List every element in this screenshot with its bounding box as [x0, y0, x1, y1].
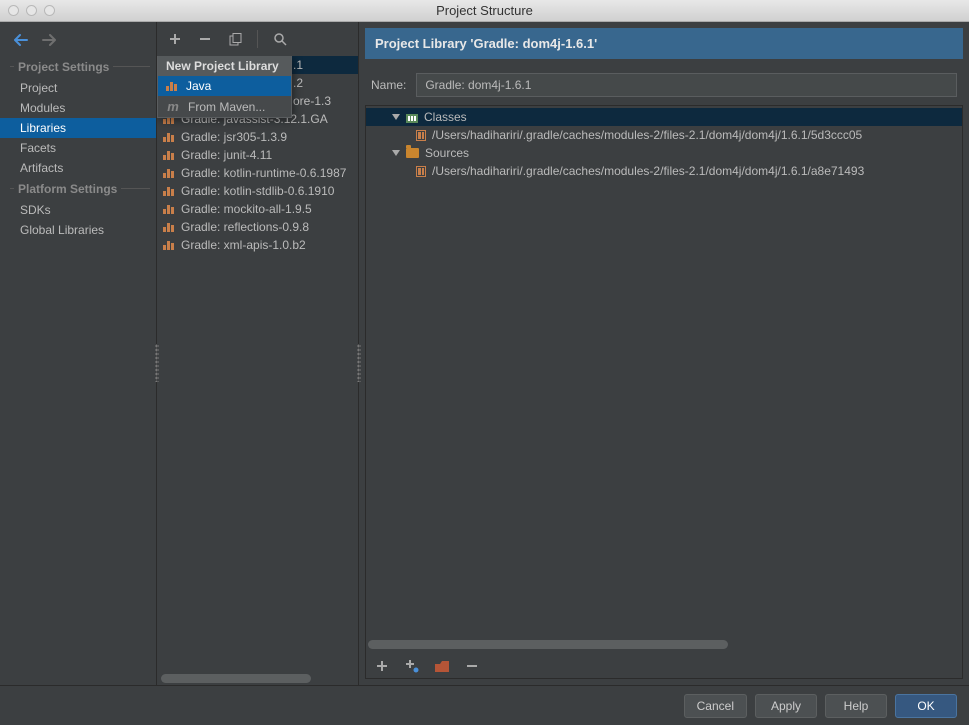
- popup-label: From Maven...: [188, 100, 265, 114]
- jar-icon: [416, 130, 426, 141]
- tree-add-button[interactable]: [374, 658, 390, 674]
- tree-item-path: /Users/hadihariri/.gradle/caches/modules…: [432, 164, 864, 178]
- tree-group-sources[interactable]: Sources: [366, 144, 962, 162]
- window-title: Project Structure: [0, 3, 969, 18]
- classes-icon: [406, 112, 418, 123]
- help-button[interactable]: Help: [825, 694, 887, 718]
- nav-facets[interactable]: Facets: [0, 138, 156, 158]
- tree-group-label: Classes: [424, 110, 467, 124]
- library-icon: [163, 240, 175, 250]
- tree-exclude-button[interactable]: [434, 658, 450, 674]
- maven-icon: m: [166, 99, 180, 114]
- details-header: Project Library 'Gradle: dom4j-1.6.1': [365, 28, 963, 59]
- library-item[interactable]: Gradle: jsr305-1.3.9: [157, 128, 358, 146]
- popup-label: Java: [186, 79, 211, 93]
- resize-grip-icon[interactable]: [155, 344, 159, 382]
- popup-item-maven[interactable]: m From Maven...: [158, 96, 291, 117]
- sources-folder-icon: [406, 148, 419, 158]
- tree-item[interactable]: /Users/hadihariri/.gradle/caches/modules…: [366, 162, 962, 180]
- dialog-footer: Cancel Apply Help OK: [0, 685, 969, 725]
- settings-sidebar: Project Settings Project Modules Librari…: [0, 22, 157, 685]
- copy-library-button[interactable]: [227, 31, 243, 47]
- nav-global-libraries[interactable]: Global Libraries: [0, 220, 156, 240]
- library-item[interactable]: Gradle: kotlin-stdlib-0.6.1910: [157, 182, 358, 200]
- library-name-input[interactable]: [416, 73, 957, 97]
- java-library-icon: [166, 81, 178, 91]
- back-button[interactable]: [14, 33, 28, 47]
- forward-button[interactable]: [42, 33, 56, 47]
- add-library-button[interactable]: [167, 31, 183, 47]
- section-platform-settings: Platform Settings: [0, 178, 156, 200]
- tree-horizontal-scrollbar[interactable]: [366, 637, 962, 652]
- library-toolbar: [157, 22, 358, 56]
- ok-button[interactable]: OK: [895, 694, 957, 718]
- library-list-panel: New Project Library Java m From Maven...…: [157, 22, 359, 685]
- tree-add-special-button[interactable]: [404, 658, 420, 674]
- library-icon: [163, 186, 175, 196]
- library-icon: [163, 222, 175, 232]
- titlebar: Project Structure: [0, 0, 969, 22]
- library-item[interactable]: Gradle: kotlin-runtime-0.6.1987: [157, 164, 358, 182]
- resize-grip-icon[interactable]: [357, 344, 361, 382]
- cancel-button[interactable]: Cancel: [684, 694, 747, 718]
- chevron-down-icon: [392, 114, 400, 120]
- popup-item-java[interactable]: Java: [158, 76, 291, 96]
- library-icon: [163, 168, 175, 178]
- tree-group-label: Sources: [425, 146, 469, 160]
- library-icon: [163, 204, 175, 214]
- nav-libraries[interactable]: Libraries: [0, 118, 156, 138]
- library-list-scrollbar[interactable]: [157, 671, 358, 685]
- tree-group-classes[interactable]: Classes: [366, 108, 962, 126]
- library-details-panel: Project Library 'Gradle: dom4j-1.6.1' Na…: [359, 22, 969, 685]
- library-icon: [163, 132, 175, 142]
- tree-item-path: /Users/hadihariri/.gradle/caches/modules…: [432, 128, 862, 142]
- nav-artifacts[interactable]: Artifacts: [0, 158, 156, 178]
- tree-toolbar: [366, 652, 962, 678]
- library-item[interactable]: Gradle: mockito-all-1.9.5: [157, 200, 358, 218]
- library-contents-tree[interactable]: Classes /Users/hadihariri/.gradle/caches…: [365, 105, 963, 679]
- name-label: Name:: [371, 78, 406, 92]
- nav-project[interactable]: Project: [0, 78, 156, 98]
- chevron-down-icon: [392, 150, 400, 156]
- find-button[interactable]: [272, 31, 288, 47]
- apply-button[interactable]: Apply: [755, 694, 817, 718]
- library-list[interactable]: New Project Library Java m From Maven...…: [157, 56, 358, 671]
- new-library-popup: New Project Library Java m From Maven...: [157, 56, 292, 118]
- library-item[interactable]: Gradle: reflections-0.9.8: [157, 218, 358, 236]
- section-project-settings: Project Settings: [0, 56, 156, 78]
- tree-item[interactable]: /Users/hadihariri/.gradle/caches/modules…: [366, 126, 962, 144]
- library-item[interactable]: Gradle: xml-apis-1.0.b2: [157, 236, 358, 254]
- remove-library-button[interactable]: [197, 31, 213, 47]
- nav-modules[interactable]: Modules: [0, 98, 156, 118]
- toolbar-separator: [257, 30, 258, 48]
- library-icon: [163, 150, 175, 160]
- body: Project Settings Project Modules Librari…: [0, 22, 969, 685]
- tree-remove-button[interactable]: [464, 658, 480, 674]
- popup-title: New Project Library: [158, 56, 291, 76]
- nav-sdks[interactable]: SDKs: [0, 200, 156, 220]
- library-item[interactable]: Gradle: junit-4.11: [157, 146, 358, 164]
- jar-icon: [416, 166, 426, 177]
